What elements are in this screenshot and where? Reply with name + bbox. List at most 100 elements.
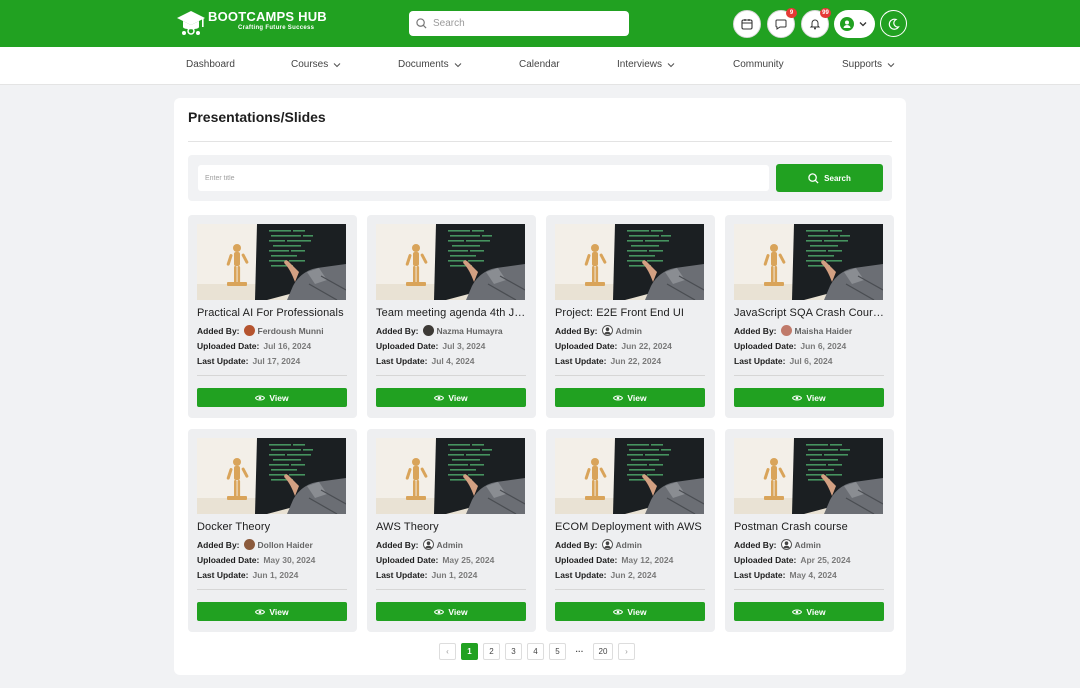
uploaded-date-value: Jul 3, 2024 <box>442 341 486 351</box>
theme-toggle-button[interactable] <box>880 10 907 37</box>
nav-interviews[interactable]: Interviews <box>617 59 675 70</box>
eye-icon <box>792 394 803 401</box>
last-update-row: Last Update: Jun 2, 2024 <box>555 570 656 580</box>
pagination-page-4[interactable]: 4 <box>527 643 544 660</box>
slide-title[interactable]: Docker Theory <box>197 521 347 533</box>
messages-button[interactable]: 9 <box>767 8 797 38</box>
last-update-label: Last Update: <box>197 570 249 580</box>
view-button[interactable]: View <box>197 388 347 407</box>
slide-card: Postman Crash course Added By: Admin Uplo… <box>725 429 894 632</box>
view-button[interactable]: View <box>734 602 884 621</box>
last-update-value: May 4, 2024 <box>789 570 837 580</box>
slide-thumbnail[interactable] <box>734 224 883 300</box>
search-button-label: Search <box>824 173 851 183</box>
divider <box>188 141 892 142</box>
slide-card: Project: E2E Front End UI Added By: Admin… <box>546 215 715 418</box>
pagination-page-1[interactable]: 1 <box>461 643 478 660</box>
calendar-button[interactable] <box>733 10 761 38</box>
nav-calendar[interactable]: Calendar <box>519 59 560 70</box>
eye-icon <box>434 394 445 401</box>
slide-thumbnail[interactable] <box>734 438 883 514</box>
profile-menu-button[interactable] <box>834 10 875 38</box>
slide-title[interactable]: Practical AI For Professionals <box>197 307 347 319</box>
title-filter-input[interactable] <box>198 165 769 191</box>
pagination-prev-button[interactable]: ‹ <box>439 643 456 660</box>
nav-documents[interactable]: Documents <box>398 59 462 70</box>
last-update-row: Last Update: Jun 1, 2024 <box>197 570 298 580</box>
calendar-icon <box>741 19 753 30</box>
slide-thumbnail[interactable] <box>376 224 525 300</box>
default-avatar-icon <box>422 539 434 550</box>
view-button-label: View <box>806 606 826 617</box>
last-update-label: Last Update: <box>197 356 249 366</box>
nav-community[interactable]: Community <box>733 59 784 70</box>
added-by-row: Added By: Dollon Haider <box>197 539 313 550</box>
uploaded-date-row: Uploaded Date: Jun 6, 2024 <box>734 341 846 351</box>
slide-title[interactable]: ECOM Deployment with AWS <box>555 521 705 533</box>
slide-title[interactable]: Project: E2E Front End UI <box>555 307 705 319</box>
card-divider <box>376 375 526 376</box>
search-icon <box>808 172 819 184</box>
bell-icon <box>809 19 821 30</box>
added-by-row: Added By: Admin <box>376 539 463 550</box>
nav-label: Interviews <box>617 59 663 70</box>
view-button-label: View <box>269 606 289 617</box>
author-avatar <box>243 325 255 336</box>
page-title: Presentations/Slides <box>188 109 326 125</box>
added-by-label: Added By: <box>197 539 240 550</box>
user-avatar-icon <box>840 17 854 31</box>
slide-thumbnail[interactable] <box>555 224 704 300</box>
pagination-page-2[interactable]: 2 <box>483 643 500 660</box>
search-button[interactable]: Search <box>776 164 883 192</box>
card-divider <box>555 589 705 590</box>
nav-dashboard[interactable]: Dashboard <box>186 59 235 70</box>
view-button-label: View <box>448 392 468 403</box>
last-update-label: Last Update: <box>376 356 428 366</box>
uploaded-date-value: May 25, 2024 <box>442 555 495 565</box>
eye-icon <box>613 394 624 401</box>
pagination-page-last[interactable]: 20 <box>593 643 613 660</box>
uploaded-date-value: Jun 22, 2024 <box>621 341 672 351</box>
last-update-label: Last Update: <box>555 356 607 366</box>
uploaded-date-value: May 12, 2024 <box>621 555 674 565</box>
nav-courses[interactable]: Courses <box>291 59 341 70</box>
slide-card: Docker Theory Added By: Dollon Haider Upl… <box>188 429 357 632</box>
brand-logo[interactable]: BOOTCAMPS HUB Crafting Future Success <box>176 9 327 39</box>
nav-label: Supports <box>842 59 883 70</box>
view-button[interactable]: View <box>555 602 705 621</box>
view-button[interactable]: View <box>555 388 705 407</box>
default-avatar-icon <box>601 325 613 336</box>
uploaded-date-row: Uploaded Date: Jul 16, 2024 <box>197 341 311 351</box>
added-by-row: Added By: Admin <box>734 539 821 550</box>
nav-supports[interactable]: Supports <box>842 59 895 70</box>
author-name: Admin <box>615 539 642 550</box>
pagination-next-button[interactable]: › <box>618 643 635 660</box>
slide-thumbnail[interactable] <box>197 224 346 300</box>
view-button[interactable]: View <box>197 602 347 621</box>
slide-title[interactable]: Postman Crash course <box>734 521 884 533</box>
notifications-button[interactable]: 99 <box>801 8 831 38</box>
global-search-input[interactable] <box>433 18 613 29</box>
nav-label: Calendar <box>519 59 560 70</box>
uploaded-date-label: Uploaded Date: <box>376 555 439 565</box>
slide-thumbnail[interactable] <box>197 438 346 514</box>
added-by-row: Added By: Admin <box>555 539 642 550</box>
pagination-page-5[interactable]: 5 <box>549 643 566 660</box>
view-button[interactable]: View <box>734 388 884 407</box>
slide-thumbnail[interactable] <box>555 438 704 514</box>
last-update-label: Last Update: <box>734 356 786 366</box>
card-divider <box>734 589 884 590</box>
slide-title[interactable]: AWS Theory <box>376 521 526 533</box>
added-by-row: Added By: Nazma Humayra <box>376 325 503 336</box>
slide-title[interactable]: JavaScript SQA Crash Course <box>734 307 884 319</box>
last-update-value: Jul 17, 2024 <box>252 356 301 366</box>
slide-thumbnail[interactable] <box>376 438 525 514</box>
pagination-page-3[interactable]: 3 <box>505 643 522 660</box>
added-by-row: Added By: Ferdoush Munni <box>197 325 324 336</box>
last-update-value: Jun 1, 2024 <box>252 570 299 580</box>
view-button[interactable]: View <box>376 388 526 407</box>
uploaded-date-label: Uploaded Date: <box>555 341 618 351</box>
view-button[interactable]: View <box>376 602 526 621</box>
search-icon <box>416 18 427 29</box>
slide-title[interactable]: Team meeting agenda 4th July <box>376 307 526 319</box>
